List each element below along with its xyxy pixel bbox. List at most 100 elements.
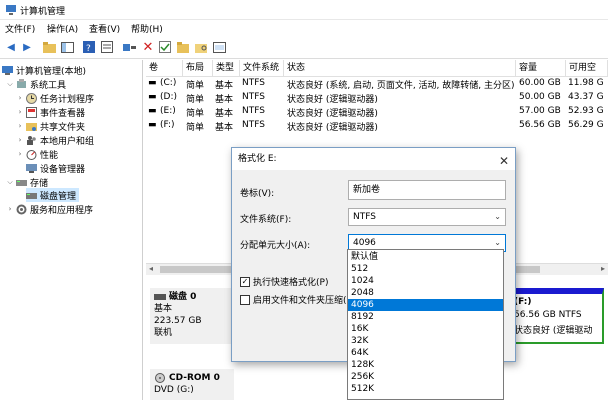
title-bar: 计算机管理 — [0, 0, 608, 20]
checkbox-checked-icon[interactable]: ✓ — [240, 276, 250, 287]
dropdown-option[interactable]: 32K — [348, 335, 503, 347]
column-header-volume[interactable]: 卷 — [146, 60, 183, 77]
tree-item-disk-management[interactable]: 磁盘管理 — [26, 188, 80, 202]
tree-item-system-tools[interactable]: ⌵ 系统工具 — [6, 77, 66, 91]
delete-icon[interactable]: ✕ — [141, 40, 155, 55]
dropdown-option[interactable]: 512K — [348, 383, 503, 395]
menu-file[interactable]: 文件(F) — [5, 22, 35, 35]
file-system-label: 文件系统(F): — [240, 215, 292, 225]
partition-name: (F:) — [514, 297, 532, 307]
table-row[interactable]: ▬ (D:) 简单 基本 NTFS 状态良好 (逻辑驱动器) 50.00 GB … — [146, 91, 608, 106]
tree-item-storage[interactable]: ⌵ 存储 — [6, 175, 48, 189]
tree-item-event-viewer[interactable]: › 事件查看器 — [16, 105, 85, 119]
collapse-icon[interactable]: ⌵ — [6, 178, 14, 187]
tree-item-device-manager[interactable]: 设备管理器 — [26, 161, 85, 175]
column-header-status[interactable]: 状态 — [284, 60, 516, 77]
tree-item-label: 存储 — [30, 178, 49, 189]
window-title: 计算机管理 — [20, 7, 66, 17]
svg-text:?: ? — [86, 44, 91, 53]
compression-checkbox[interactable]: 启用文件和文件夹压缩(E) — [240, 293, 356, 306]
cell-volume: (E:) — [160, 106, 176, 116]
table-row[interactable]: ▬ (E:) 简单 基本 NTFS 状态良好 (逻辑驱动器) 57.00 GB … — [146, 105, 608, 120]
menu-action[interactable]: 操作(A) — [47, 22, 78, 35]
collapse-icon[interactable]: ⌵ — [6, 80, 14, 89]
tree-item-label: 本地用户和组 — [40, 136, 95, 147]
tree-item-task-scheduler[interactable]: › 任务计划程序 — [16, 91, 94, 105]
menu-help[interactable]: 帮助(H) — [131, 22, 163, 35]
cell-type: 基本 — [215, 123, 234, 133]
cell-status: 状态良好 (逻辑驱动器) — [287, 123, 378, 133]
table-row[interactable]: ▬ (C:) 简单 基本 NTFS 状态良好 (系统, 启动, 页面文件, 活动… — [146, 77, 608, 92]
folder-open-icon[interactable] — [176, 40, 190, 54]
column-header-filesystem[interactable]: 文件系统 — [240, 60, 284, 77]
tree-item-services-apps[interactable]: › 服务和应用程序 — [6, 202, 93, 216]
performance-icon — [26, 149, 37, 160]
console-tree-icon[interactable] — [60, 40, 74, 54]
expand-icon[interactable]: › — [16, 108, 24, 116]
tree-item-shared-folders[interactable]: › 共享文件夹 — [16, 119, 85, 133]
cell-layout: 简单 — [186, 109, 205, 119]
column-header-type[interactable]: 类型 — [213, 60, 240, 77]
list-view-icon[interactable] — [122, 40, 136, 54]
dropdown-option[interactable]: 128K — [348, 359, 503, 371]
expand-icon[interactable]: › — [16, 136, 24, 144]
cell-filesystem: NTFS — [242, 92, 265, 102]
cell-layout: 简单 — [186, 123, 205, 133]
column-header-free-space[interactable]: 可用空 — [566, 60, 608, 77]
console-view-icon[interactable] — [212, 40, 226, 54]
navigation-tree: 计算机管理(本地) ⌵ 系统工具 › 任务计划程序 › 事件查看器 › 共享文件… — [0, 60, 143, 400]
cell-free-space: 56.29 G — [568, 120, 604, 130]
dropdown-option[interactable]: 256K — [348, 371, 503, 383]
checkbox-unchecked-icon[interactable] — [240, 294, 250, 305]
tree-item-local-users[interactable]: › 本地用户和组 — [16, 133, 94, 147]
help-icon[interactable]: ? — [82, 40, 96, 54]
menu-view[interactable]: 查看(V) — [89, 22, 120, 35]
dropdown-option[interactable]: 64K — [348, 347, 503, 359]
cell-free-space: 11.98 G — [568, 78, 604, 88]
back-arrow-icon[interactable]: ◀ — [4, 40, 18, 54]
dropdown-option[interactable]: 2048 — [348, 287, 503, 299]
forward-arrow-icon[interactable]: ▶ — [20, 40, 34, 54]
chevron-down-icon: ⌄ — [494, 212, 501, 221]
tree-item-label: 性能 — [40, 150, 59, 161]
disk-0-info[interactable]: 磁盘 0 基本 223.57 GB 联机 — [150, 288, 234, 344]
scroll-left-icon[interactable]: ◂ — [149, 264, 153, 273]
table-row[interactable]: ▬ (F:) 简单 基本 NTFS 状态良好 (逻辑驱动器) 56.56 GB … — [146, 119, 608, 134]
expand-icon[interactable]: › — [6, 205, 14, 213]
close-icon[interactable]: ✕ — [499, 150, 509, 172]
dropdown-option[interactable]: 512 — [348, 263, 503, 275]
tree-item-computer-management[interactable]: 计算机管理(本地) — [2, 63, 86, 77]
event-icon — [26, 106, 37, 118]
cdrom-0-info[interactable]: CD-ROM 0 DVD (G:) — [150, 369, 234, 400]
cell-capacity: 57.00 GB — [519, 106, 561, 116]
dropdown-option[interactable]: 默认值 — [348, 251, 503, 263]
file-system-select[interactable]: NTFS ⌄ — [348, 208, 506, 226]
expand-icon[interactable]: › — [16, 94, 24, 102]
column-header-layout[interactable]: 布局 — [183, 60, 213, 77]
compression-label: 启用文件和文件夹压缩(E) — [253, 296, 356, 306]
dropdown-option[interactable]: 8192 — [348, 311, 503, 323]
expand-icon[interactable]: › — [16, 122, 24, 130]
quick-format-checkbox[interactable]: ✓ 执行快速格式化(P) — [240, 275, 328, 288]
disk-status: 联机 — [154, 328, 173, 338]
cell-volume: (D:) — [160, 92, 177, 102]
dropdown-option-selected[interactable]: 4096 — [348, 299, 503, 311]
column-header-capacity[interactable]: 容量 — [516, 60, 566, 77]
volume-label-input[interactable]: 新加卷 — [348, 180, 506, 200]
tree-item-label: 设备管理器 — [40, 164, 86, 175]
cell-filesystem: NTFS — [242, 120, 265, 130]
expand-icon[interactable]: › — [16, 150, 24, 158]
check-icon[interactable] — [158, 40, 172, 54]
up-folder-icon[interactable] — [42, 40, 56, 54]
disk-icon — [154, 294, 166, 300]
properties-icon[interactable] — [100, 40, 114, 54]
clock-icon — [26, 92, 37, 104]
shared-folder-icon — [26, 121, 37, 132]
tree-item-performance[interactable]: › 性能 — [16, 147, 58, 161]
folder-search-icon[interactable] — [194, 40, 208, 54]
scroll-right-icon[interactable]: ▸ — [601, 264, 605, 273]
partition-f[interactable]: (F:) 56.56 GB NTFS 状态良好 (逻辑驱动 — [508, 288, 604, 344]
dropdown-option[interactable]: 1024 — [348, 275, 503, 287]
allocation-unit-dropdown: 默认值 512 1024 2048 4096 8192 16K 32K 64K … — [347, 249, 504, 400]
dropdown-option[interactable]: 16K — [348, 323, 503, 335]
